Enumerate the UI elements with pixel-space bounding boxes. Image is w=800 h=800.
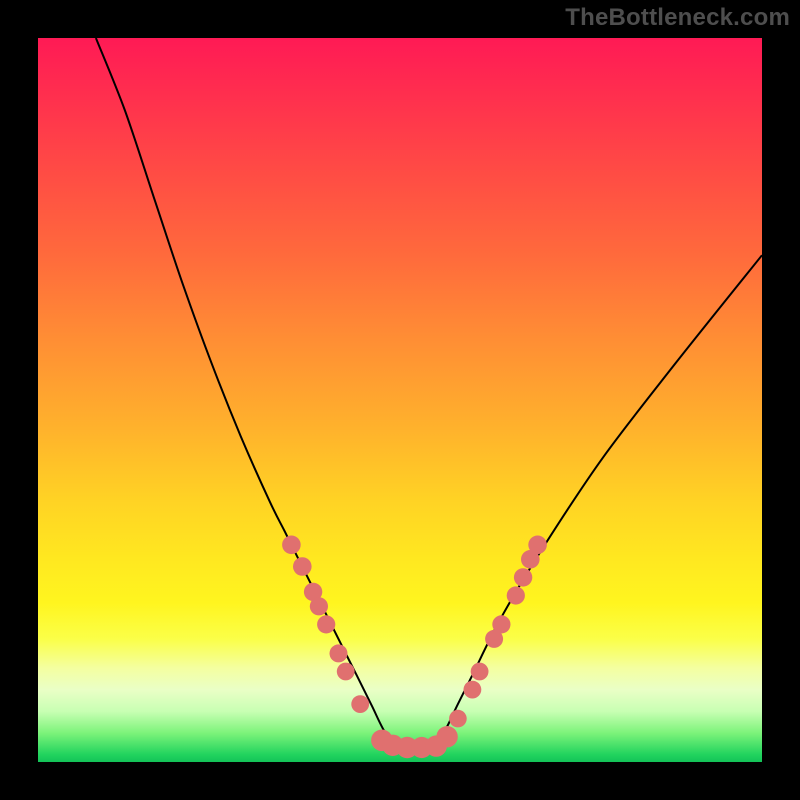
data-marker — [436, 726, 457, 747]
data-marker — [464, 681, 482, 699]
chart-svg — [38, 38, 762, 762]
data-marker — [317, 615, 335, 633]
data-marker — [293, 557, 312, 576]
bottleneck-curve — [96, 38, 762, 749]
data-marker — [449, 710, 467, 728]
data-marker — [471, 663, 489, 681]
data-marker — [507, 586, 525, 604]
data-markers — [282, 536, 547, 759]
data-marker — [492, 615, 510, 633]
data-marker — [514, 568, 532, 586]
watermark-text: TheBottleneck.com — [565, 4, 790, 32]
data-marker — [330, 644, 348, 662]
data-marker — [282, 536, 301, 555]
curve-layer — [96, 38, 762, 749]
plot-area — [38, 38, 762, 762]
data-marker — [337, 663, 355, 681]
data-marker — [528, 536, 547, 555]
data-marker — [310, 597, 328, 615]
data-marker — [351, 695, 369, 713]
chart-frame: TheBottleneck.com — [0, 0, 800, 800]
